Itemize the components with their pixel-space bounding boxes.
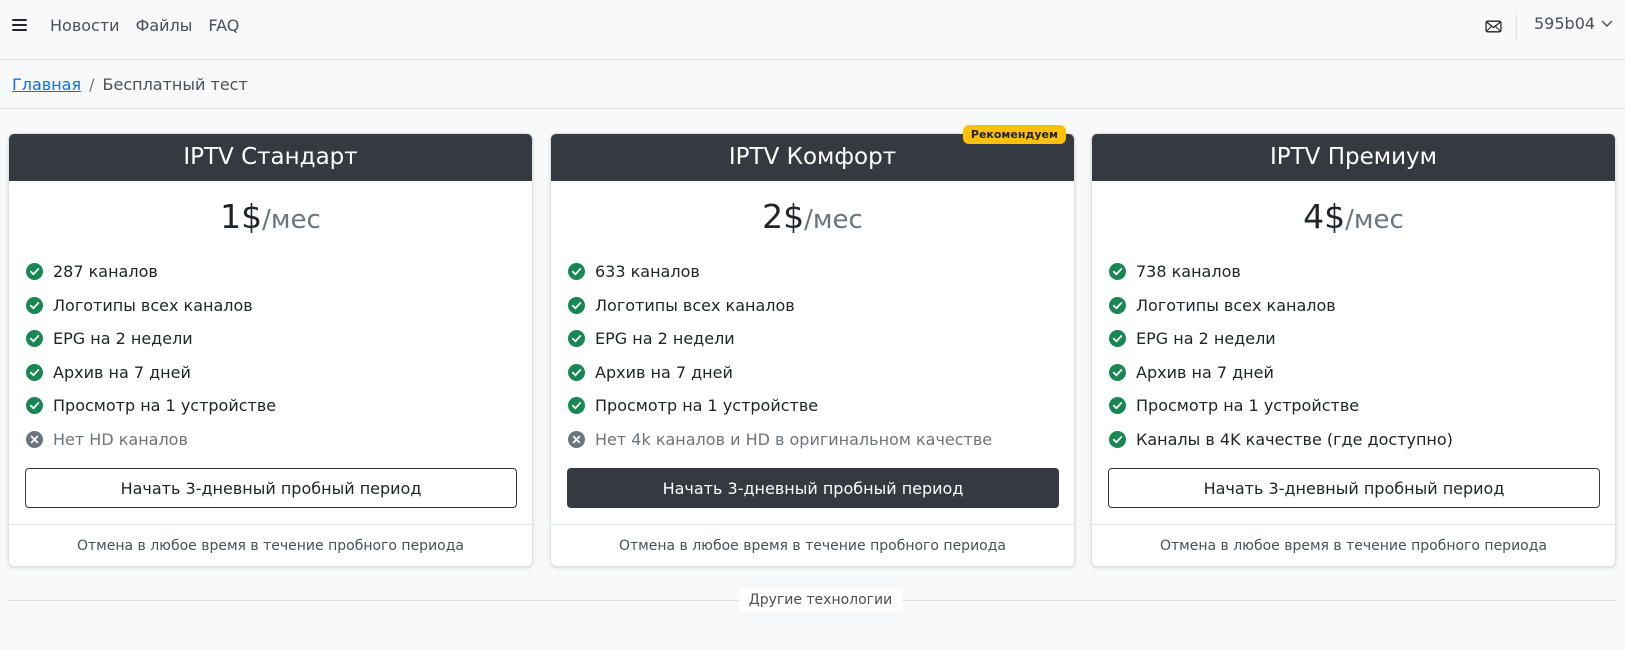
card-footer-note: Отмена в любое время в течение пробного … <box>551 524 1074 567</box>
plan-title: IPTV Премиум <box>1092 134 1615 181</box>
feature-text: Нет 4k каналов и HD в оригинальном качес… <box>595 429 993 449</box>
plan-card-standard: IPTV Стандарт 1$/мес 287 каналов Логотипы… <box>8 133 533 567</box>
breadcrumb-bar: Главная / Бесплатный тест <box>0 60 1625 109</box>
feature-item: Каналы в 4K качестве (где доступно) <box>1109 423 1615 457</box>
feature-text: 287 каналов <box>53 262 158 282</box>
other-tech-divider: Другие технологии <box>8 588 1617 612</box>
check-circle-icon <box>568 363 585 381</box>
plan-card-comfort: Рекомендуем IPTV Комфорт 2$/мес 633 кана… <box>550 125 1075 567</box>
feature-text: Просмотр на 1 устройстве <box>1136 396 1360 416</box>
nav-divider <box>1516 14 1517 40</box>
user-menu[interactable]: 595b04 <box>1534 14 1613 33</box>
check-circle-icon <box>1109 397 1126 415</box>
start-trial-button[interactable]: Начать 3-дневный пробный период <box>1108 468 1600 508</box>
feature-item: Логотипы всех каналов <box>568 289 1074 323</box>
x-circle-icon <box>568 430 585 448</box>
feature-item: Нет 4k каналов и HD в оригинальном качес… <box>568 423 1074 457</box>
feature-text: EPG на 2 недели <box>53 329 193 349</box>
feature-item: EPG на 2 недели <box>1109 322 1615 356</box>
feature-item: Просмотр на 1 устройстве <box>26 389 532 423</box>
hamburger-icon[interactable] <box>12 18 27 32</box>
feature-item: EPG на 2 недели <box>26 322 532 356</box>
top-navbar: Новости Файлы FAQ 595b04 <box>0 0 1625 60</box>
feature-text: Архив на 7 дней <box>53 362 191 382</box>
breadcrumb: Главная / Бесплатный тест <box>12 75 248 94</box>
feature-text: EPG на 2 недели <box>595 329 735 349</box>
feature-item: Логотипы всех каналов <box>26 289 532 323</box>
feature-text: Нет HD каналов <box>53 429 188 449</box>
price-period: /мес <box>1345 205 1404 235</box>
plan-price: 1$/мес <box>9 197 532 245</box>
check-circle-icon <box>26 296 43 314</box>
envelope-icon[interactable] <box>1485 18 1502 35</box>
feature-item: Логотипы всех каналов <box>1109 289 1615 323</box>
feature-text: 633 каналов <box>595 262 700 282</box>
feature-item: Архив на 7 дней <box>26 356 532 390</box>
plan-title: IPTV Стандарт <box>9 134 532 181</box>
feature-item: 738 каналов <box>1109 255 1615 289</box>
price-period: /мес <box>804 205 863 235</box>
feature-text: 738 каналов <box>1136 262 1241 282</box>
feature-item: 287 каналов <box>26 255 532 289</box>
nav-link-faq[interactable]: FAQ <box>208 16 239 35</box>
check-circle-icon <box>1109 363 1126 381</box>
feature-text: Просмотр на 1 устройстве <box>53 396 277 416</box>
nav-link-files[interactable]: Файлы <box>136 16 193 35</box>
feature-text: Каналы в 4K качестве (где доступно) <box>1136 429 1453 449</box>
price-amount: 4$ <box>1303 197 1346 236</box>
feature-text: Просмотр на 1 устройстве <box>595 396 819 416</box>
feature-list: 738 каналов Логотипы всех каналов EPG на 2… <box>1092 255 1615 456</box>
feature-item: Архив на 7 дней <box>1109 356 1615 390</box>
feature-text: Архив на 7 дней <box>1136 362 1274 382</box>
feature-item: Нет HD каналов <box>26 423 532 457</box>
plan-price: 4$/мес <box>1092 197 1615 245</box>
start-trial-button[interactable]: Начать 3-дневный пробный период <box>25 468 517 508</box>
check-circle-icon <box>26 263 43 281</box>
price-amount: 1$ <box>220 197 263 236</box>
other-tech-label: Другие технологии <box>739 588 902 612</box>
plan-price: 2$/мес <box>551 197 1074 245</box>
x-circle-icon <box>26 430 43 448</box>
breadcrumb-separator: / <box>89 75 95 94</box>
price-amount: 2$ <box>762 197 805 236</box>
nav-link-news[interactable]: Новости <box>50 16 120 35</box>
feature-text: Архив на 7 дней <box>595 362 733 382</box>
nav-links: Новости Файлы FAQ <box>50 16 239 35</box>
feature-text: Логотипы всех каналов <box>1136 295 1336 315</box>
check-circle-icon <box>1109 330 1126 348</box>
feature-text: EPG на 2 недели <box>1136 329 1276 349</box>
feature-item: Архив на 7 дней <box>568 356 1074 390</box>
recommended-badge: Рекомендуем <box>962 125 1066 144</box>
card-footer-note: Отмена в любое время в течение пробного … <box>1092 524 1615 567</box>
feature-list: 633 каналов Логотипы всех каналов EPG на 2… <box>551 255 1074 456</box>
feature-text: Логотипы всех каналов <box>53 295 253 315</box>
check-circle-icon <box>568 330 585 348</box>
feature-item: EPG на 2 недели <box>568 322 1074 356</box>
username: 595b04 <box>1534 14 1596 33</box>
card-footer-note: Отмена в любое время в течение пробного … <box>9 524 532 567</box>
plan-card-premium: IPTV Премиум 4$/мес 738 каналов Логотипы … <box>1091 133 1616 567</box>
check-circle-icon <box>1109 430 1126 448</box>
breadcrumb-current: Бесплатный тест <box>102 75 248 94</box>
breadcrumb-home-link[interactable]: Главная <box>12 75 81 94</box>
price-period: /мес <box>262 205 321 235</box>
check-circle-icon <box>568 397 585 415</box>
feature-list: 287 каналов Логотипы всех каналов EPG на 2… <box>9 255 532 456</box>
check-circle-icon <box>568 296 585 314</box>
check-circle-icon <box>1109 263 1126 281</box>
check-circle-icon <box>26 363 43 381</box>
chevron-down-icon <box>1601 20 1613 27</box>
check-circle-icon <box>1109 296 1126 314</box>
feature-item: Просмотр на 1 устройстве <box>568 389 1074 423</box>
feature-text: Логотипы всех каналов <box>595 295 795 315</box>
start-trial-button[interactable]: Начать 3-дневный пробный период <box>567 468 1059 508</box>
feature-item: Просмотр на 1 устройстве <box>1109 389 1615 423</box>
check-circle-icon <box>26 330 43 348</box>
feature-item: 633 каналов <box>568 255 1074 289</box>
check-circle-icon <box>568 263 585 281</box>
check-circle-icon <box>26 397 43 415</box>
